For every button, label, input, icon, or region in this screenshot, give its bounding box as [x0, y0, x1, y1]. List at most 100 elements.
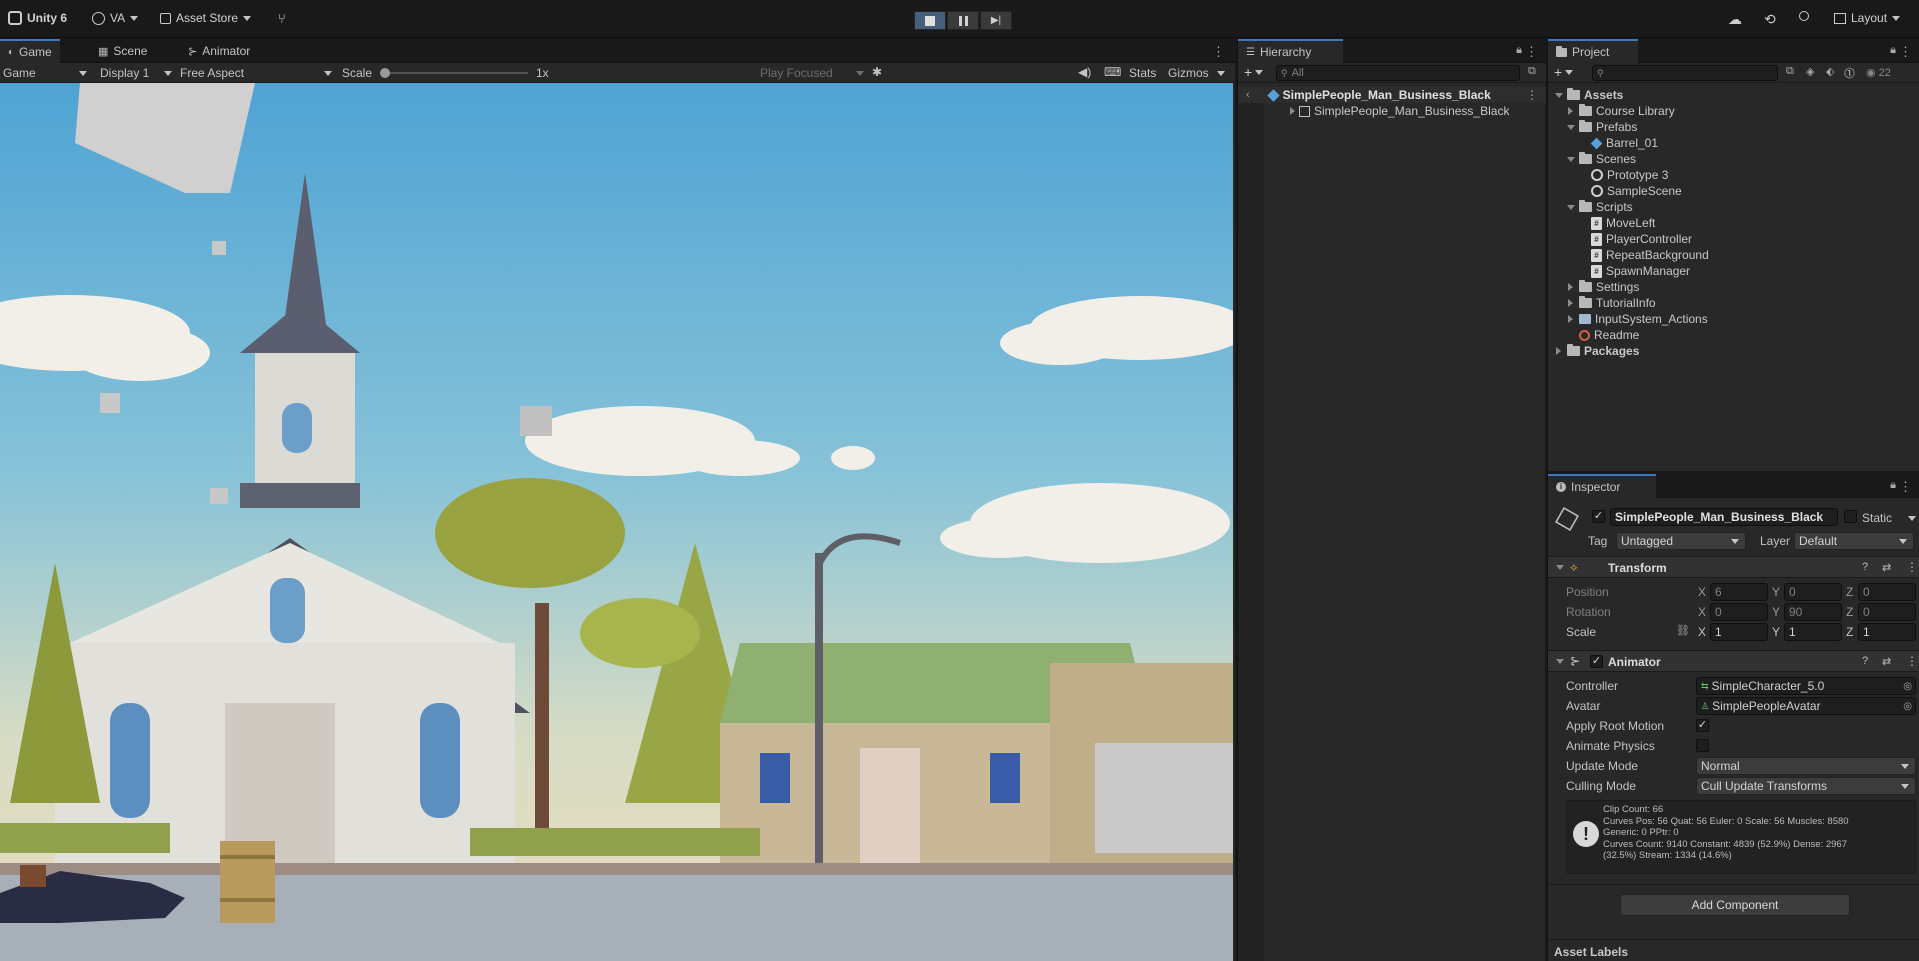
create-dropdown[interactable]: +	[1554, 65, 1574, 79]
collapse-arrow-icon[interactable]	[1566, 156, 1575, 162]
gizmos-dropdown[interactable]: Gizmos	[1168, 66, 1225, 80]
expand-arrow-icon[interactable]	[1568, 283, 1573, 291]
search-filter-icon[interactable]: ⧉	[1528, 65, 1536, 78]
project-item-samplescene[interactable]: SampleScene	[1578, 183, 1682, 199]
animate-physics-checkbox[interactable]	[1696, 739, 1709, 752]
collapse-arrow-icon[interactable]	[1556, 565, 1564, 570]
position-x-field[interactable]: 6	[1710, 583, 1768, 601]
object-name-input[interactable]: SimplePeople_Man_Business_Black	[1610, 508, 1838, 526]
more-menu-icon[interactable]: ⋮	[1899, 479, 1912, 495]
project-item-barrel-01[interactable]: Barrel_01	[1578, 135, 1658, 151]
tab-animator[interactable]: ⊱ Animator	[180, 39, 258, 63]
hidden-packages-toggle[interactable]: ◉ 22	[1866, 66, 1891, 79]
create-dropdown[interactable]: +	[1244, 65, 1264, 79]
hierarchy-item-child[interactable]: SimplePeople_Man_Business_Black	[1238, 103, 1546, 119]
warning-icon[interactable]: ⓵	[1844, 65, 1855, 81]
help-icon[interactable]: ?	[1862, 561, 1868, 573]
avatar-field[interactable]: ♙ SimplePeopleAvatar ◎	[1696, 697, 1916, 715]
layout-dropdown[interactable]: Layout	[1834, 11, 1901, 25]
expand-arrow-icon[interactable]	[1568, 107, 1573, 115]
expand-arrow-icon[interactable]	[1556, 347, 1561, 355]
project-item-moveleft[interactable]: # MoveLeft	[1578, 215, 1655, 231]
project-item-spawnmanager[interactable]: # SpawnManager	[1578, 263, 1690, 279]
tab-hierarchy[interactable]: ☰ Hierarchy	[1238, 39, 1343, 63]
mode-dropdown[interactable]: Game	[3, 66, 87, 80]
expand-arrow-icon[interactable]	[1290, 107, 1295, 115]
lock-icon[interactable]: 🔒︎	[1890, 479, 1896, 492]
search-filter-icon[interactable]: ⧉	[1786, 65, 1794, 78]
active-checkbox[interactable]: ✓	[1592, 510, 1605, 523]
hierarchy-item-root[interactable]: ‹ SimplePeople_Man_Business_Black ⋮	[1238, 87, 1546, 103]
project-item-scripts[interactable]: Scripts	[1566, 199, 1633, 215]
unity-menu[interactable]: Unity 6	[8, 11, 67, 25]
scale-slider[interactable]	[380, 68, 528, 78]
rotation-z-field[interactable]: 0	[1858, 603, 1916, 621]
scale-y-field[interactable]: 1	[1784, 623, 1842, 641]
project-item-tutorialinfo[interactable]: TutorialInfo	[1566, 295, 1656, 311]
lock-icon[interactable]: 🔒︎	[1890, 44, 1896, 57]
project-item-prefabs[interactable]: Prefabs	[1566, 119, 1637, 135]
account-dropdown[interactable]: VA	[92, 11, 139, 25]
more-menu-icon[interactable]: ⋮	[1906, 560, 1918, 574]
project-item-readme[interactable]: Readme	[1566, 327, 1639, 343]
rotation-x-field[interactable]: 0	[1710, 603, 1768, 621]
collapse-arrow-icon[interactable]	[1554, 92, 1563, 98]
project-item-playercontroller[interactable]: # PlayerController	[1578, 231, 1692, 247]
display-dropdown[interactable]: Display 1	[100, 66, 172, 80]
project-search-input[interactable]: ⚲	[1592, 65, 1778, 81]
collapse-arrow-icon[interactable]	[1566, 204, 1575, 210]
label-filter-icon[interactable]: ⬖	[1826, 65, 1834, 78]
more-menu-icon[interactable]: ⋮	[1906, 654, 1918, 668]
bug-icon[interactable]: ✱	[872, 65, 882, 79]
animator-enabled-checkbox[interactable]: ✓	[1590, 655, 1603, 668]
back-arrow-icon[interactable]: ‹	[1246, 89, 1250, 101]
aspect-dropdown[interactable]: Free Aspect	[180, 66, 332, 80]
collapse-arrow-icon[interactable]	[1556, 659, 1564, 664]
object-picker-icon[interactable]: ◎	[1903, 681, 1912, 692]
audio-icon[interactable]: ◀)	[1078, 65, 1091, 79]
apply-root-motion-checkbox[interactable]: ✓	[1696, 719, 1709, 732]
object-picker-icon[interactable]: ◎	[1903, 701, 1912, 712]
type-filter-icon[interactable]: ◈	[1806, 65, 1814, 78]
hierarchy-search-input[interactable]: ⚲ All	[1276, 65, 1520, 81]
asset-store-dropdown[interactable]: Asset Store	[160, 11, 252, 25]
tab-scene[interactable]: ▦ Scene	[90, 39, 155, 63]
tag-dropdown[interactable]: Untagged	[1616, 532, 1746, 550]
project-item-settings[interactable]: Settings	[1566, 279, 1639, 295]
history-button[interactable]: ⟲	[1764, 11, 1776, 28]
expand-arrow-icon[interactable]	[1568, 299, 1573, 307]
more-menu-icon[interactable]: ⋮	[1212, 44, 1225, 60]
play-focus-dropdown[interactable]: Play Focused	[760, 66, 864, 80]
transform-header[interactable]: ⟡ Transform ? ⇄ ⋮	[1548, 556, 1919, 578]
animator-header[interactable]: ⊱ ✓ Animator ? ⇄ ⋮	[1548, 650, 1919, 672]
more-menu-icon[interactable]: ⋮	[1899, 44, 1912, 60]
play-button[interactable]	[914, 11, 946, 30]
tab-game[interactable]: ◐ Game	[0, 39, 60, 63]
version-control-button[interactable]: ⑂	[278, 11, 286, 26]
position-z-field[interactable]: 0	[1858, 583, 1916, 601]
rotation-y-field[interactable]: 90	[1784, 603, 1842, 621]
project-item-prototype-3[interactable]: Prototype 3	[1578, 167, 1668, 183]
static-checkbox[interactable]	[1844, 510, 1857, 523]
expand-arrow-icon[interactable]	[1568, 315, 1573, 323]
project-item-scenes[interactable]: Scenes	[1566, 151, 1636, 167]
link-icon[interactable]: ⛓	[1676, 624, 1690, 637]
position-y-field[interactable]: 0	[1784, 583, 1842, 601]
search-button[interactable]	[1799, 11, 1809, 21]
cloud-button[interactable]: ☁	[1728, 11, 1742, 28]
project-item-packages[interactable]: Packages	[1554, 343, 1639, 359]
tab-inspector[interactable]: i Inspector	[1548, 474, 1656, 498]
more-menu-icon[interactable]: ⋮	[1525, 44, 1538, 60]
game-view[interactable]	[0, 83, 1233, 961]
add-component-button[interactable]: Add Component	[1620, 894, 1850, 916]
keyboard-icon[interactable]: ⌨	[1104, 65, 1121, 79]
lock-icon[interactable]: 🔒︎	[1516, 44, 1522, 57]
collapse-arrow-icon[interactable]	[1566, 124, 1575, 130]
scale-x-field[interactable]: 1	[1710, 623, 1768, 641]
scale-z-field[interactable]: 1	[1858, 623, 1916, 641]
presets-icon[interactable]: ⇄	[1882, 655, 1891, 668]
pause-button[interactable]	[947, 11, 979, 30]
controller-field[interactable]: ⇆ SimpleCharacter_5.0 ◎	[1696, 677, 1916, 695]
project-item-assets[interactable]: Assets	[1554, 87, 1623, 103]
tab-project[interactable]: Project	[1548, 39, 1638, 63]
